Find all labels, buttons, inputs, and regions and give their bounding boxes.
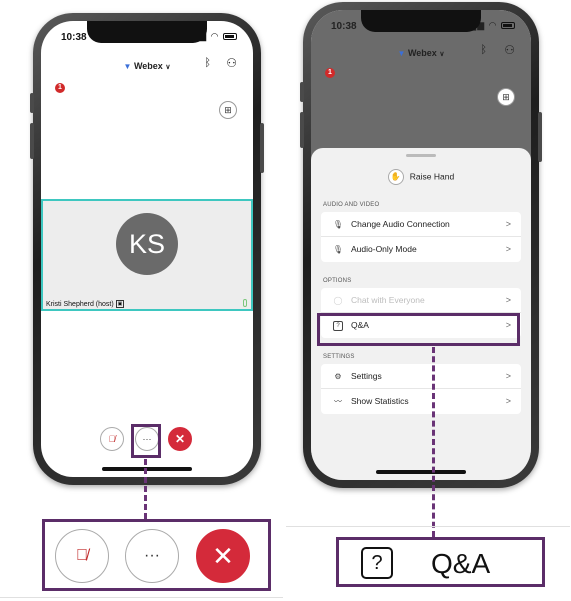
status-time: 10:38 bbox=[331, 21, 357, 32]
participant-name-label: Kristi Shepherd (host) ▣ bbox=[46, 300, 125, 308]
show-statistics-item[interactable]: 〰 Show Statistics > bbox=[321, 389, 521, 414]
home-indicator bbox=[102, 467, 192, 471]
audio-only-icon: 🎙 bbox=[332, 245, 344, 254]
question-icon: ? bbox=[361, 547, 393, 579]
statistics-icon: 〰 bbox=[334, 397, 342, 406]
controls-callout: 🎙̸ ··· ✕ bbox=[42, 519, 271, 591]
notch bbox=[87, 21, 207, 43]
sheet-grabber[interactable] bbox=[406, 154, 436, 157]
divider-line bbox=[0, 597, 283, 598]
meeting-title[interactable]: ▼ Webex ∨ bbox=[41, 61, 253, 71]
raise-hand-label: Raise Hand bbox=[409, 171, 455, 182]
settings-card: ⚙ Settings > 〰 Show Statistics > bbox=[321, 364, 521, 414]
mic-level-icon bbox=[243, 299, 247, 307]
chevron-right-icon: > bbox=[505, 295, 511, 305]
participant-name: Kristi Shepherd (host) bbox=[46, 300, 114, 308]
audio-icon: 🎙 bbox=[332, 220, 344, 229]
notification-badge: 1 bbox=[55, 83, 65, 93]
connector-left bbox=[144, 459, 147, 519]
chevron-right-icon: > bbox=[505, 396, 511, 406]
divider-line bbox=[286, 526, 570, 527]
more-button-highlight bbox=[131, 424, 161, 458]
statistics-label: Show Statistics bbox=[351, 396, 409, 406]
chevron-down-icon: ∨ bbox=[439, 51, 445, 58]
notification-badge: 1 bbox=[325, 68, 335, 78]
right-phone-screen: 10:38 ▂▄▆ ◠ ▼ Webex ∨ ᛒ ⚇ 1 ⊞ ✋ Raise Han… bbox=[311, 10, 531, 480]
meeting-title[interactable]: ▼ Webex ∨ bbox=[311, 48, 531, 58]
chat-label: Chat with Everyone bbox=[351, 295, 425, 305]
connector-right bbox=[432, 347, 435, 537]
left-phone: 10:38 ▂▄▆ ◠ ▼ Webex ∨ ᛒ ⚇ 1 ⊞ KS Kristi … bbox=[30, 13, 264, 485]
change-audio-label: Change Audio Connection bbox=[351, 219, 450, 229]
more-button-zoomed[interactable]: ··· bbox=[125, 529, 179, 583]
left-phone-screen: 10:38 ▂▄▆ ◠ ▼ Webex ∨ ᛒ ⚇ 1 ⊞ KS Kristi … bbox=[41, 21, 253, 477]
webex-logo-icon: ▼ bbox=[123, 62, 132, 71]
chat-icon: ◯ bbox=[333, 296, 343, 305]
webex-logo-icon: ▼ bbox=[397, 49, 406, 58]
end-call-button[interactable]: ✕ bbox=[168, 427, 192, 451]
qa-label-zoomed: Q&A bbox=[431, 548, 491, 579]
battery-icon bbox=[501, 22, 515, 30]
qa-item-highlight bbox=[317, 313, 520, 346]
mute-button-zoomed[interactable]: 🎙̸ bbox=[55, 529, 109, 583]
participant-video-tile[interactable]: KS Kristi Shepherd (host) ▣ bbox=[41, 199, 253, 311]
host-icon: ▣ bbox=[115, 300, 125, 308]
chevron-right-icon: > bbox=[505, 371, 511, 381]
bluetooth-icon[interactable]: ᛒ bbox=[204, 57, 211, 69]
tutorial-figure: 10:38 ▂▄▆ ◠ ▼ Webex ∨ ᛒ ⚇ 1 ⊞ KS Kristi … bbox=[0, 0, 571, 601]
settings-label: Settings bbox=[351, 371, 382, 381]
mute-icon: 🎙̸ bbox=[76, 547, 88, 564]
end-call-button-zoomed[interactable]: ✕ bbox=[196, 529, 250, 583]
participants-icon[interactable]: ⚇ bbox=[504, 43, 515, 57]
layout-icon[interactable]: ⊞ bbox=[497, 88, 515, 106]
chevron-down-icon: ∨ bbox=[165, 64, 171, 71]
participants-icon[interactable]: ⚇ bbox=[226, 56, 237, 70]
mute-icon: 🎙̸ bbox=[108, 434, 116, 444]
section-options: OPTIONS bbox=[323, 278, 352, 284]
right-phone: 10:38 ▂▄▆ ◠ ▼ Webex ∨ ᛒ ⚇ 1 ⊞ ✋ Raise Han… bbox=[300, 2, 542, 488]
avatar: KS bbox=[116, 213, 178, 275]
layout-icon[interactable]: ⊞ bbox=[219, 101, 237, 119]
qa-callout: ? Q&A bbox=[336, 537, 545, 587]
bluetooth-icon[interactable]: ᛒ bbox=[480, 44, 487, 56]
audio-only-mode-item[interactable]: 🎙 Audio-Only Mode > bbox=[321, 237, 521, 262]
status-time: 10:38 bbox=[61, 32, 87, 43]
home-indicator bbox=[376, 470, 466, 474]
app-name: Webex bbox=[133, 61, 163, 71]
chevron-right-icon: > bbox=[505, 244, 511, 254]
section-settings: SETTINGS bbox=[323, 354, 355, 360]
section-audio-video: AUDIO AND VIDEO bbox=[323, 202, 380, 208]
audio-video-card: 🎙 Change Audio Connection > 🎙 Audio-Only Mo… bbox=[321, 212, 521, 262]
chevron-right-icon: > bbox=[505, 219, 511, 229]
audio-only-label: Audio-Only Mode bbox=[351, 244, 417, 254]
gear-icon: ⚙ bbox=[334, 372, 342, 381]
hand-icon: ✋ bbox=[387, 169, 404, 185]
change-audio-connection-item[interactable]: 🎙 Change Audio Connection > bbox=[321, 212, 521, 237]
mute-button[interactable]: 🎙̸ bbox=[100, 427, 124, 451]
chat-with-everyone-item[interactable]: ◯ Chat with Everyone > bbox=[321, 288, 521, 313]
notch bbox=[361, 10, 481, 32]
raise-hand-button[interactable]: ✋ Raise Hand bbox=[311, 169, 531, 185]
battery-icon bbox=[223, 33, 237, 41]
app-name: Webex bbox=[407, 48, 437, 58]
settings-item[interactable]: ⚙ Settings > bbox=[321, 364, 521, 389]
